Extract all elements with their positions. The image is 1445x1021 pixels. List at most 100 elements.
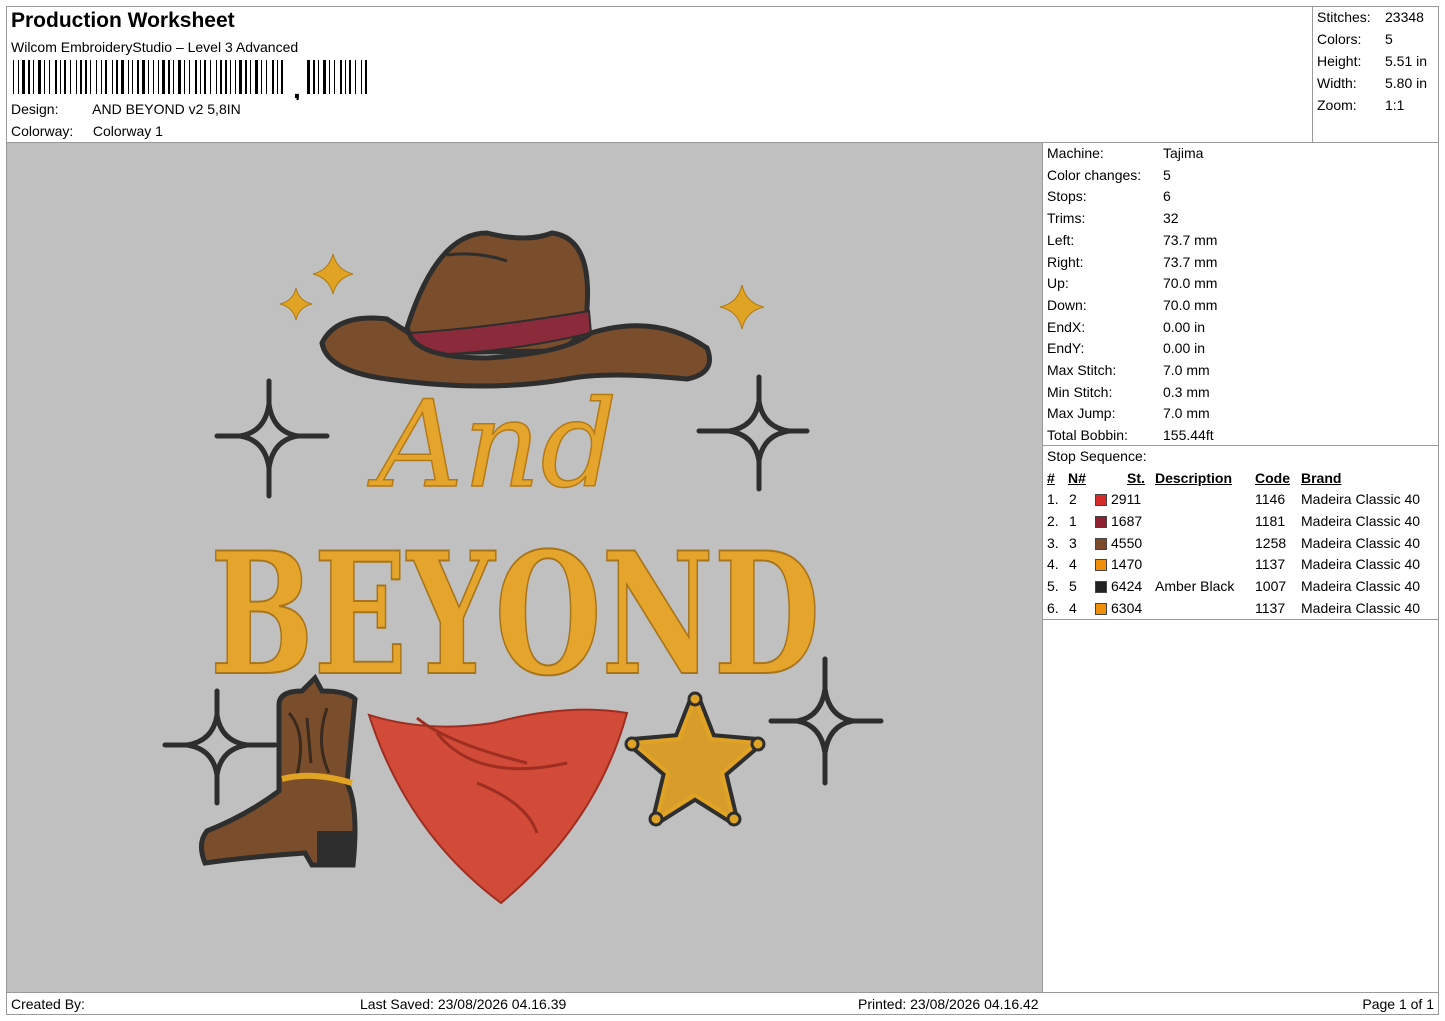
- thread-brand: Madeira Classic 40: [1301, 600, 1421, 616]
- machine-row: EndX: 0.00 in: [1047, 319, 1205, 335]
- machine-value: 7.0 mm: [1163, 362, 1210, 378]
- worksheet-footer: Created By: Last Saved: 23/08/2026 04.16…: [6, 992, 1439, 1015]
- machine-row: Up: 70.0 mm: [1047, 275, 1217, 291]
- col-header-brand: Brand: [1301, 470, 1342, 486]
- machine-row: Stops: 6: [1047, 188, 1171, 204]
- worksheet-header: Production Worksheet Wilcom EmbroiderySt…: [6, 6, 1439, 143]
- machine-row: Color changes: 5: [1047, 167, 1171, 183]
- machine-row: Max Stitch: 7.0 mm: [1047, 362, 1210, 378]
- last-saved: Last Saved: 23/08/2026 04.16.39: [360, 996, 567, 1012]
- cowboy-hat-icon: [319, 230, 712, 389]
- design-label: Design:: [11, 101, 59, 117]
- machine-label: Right:: [1047, 253, 1084, 270]
- machine-label: Max Stitch:: [1047, 362, 1117, 378]
- barcode-image: ,: [13, 60, 367, 100]
- machine-value: 70.0 mm: [1163, 296, 1218, 313]
- colorway-value: Colorway 1: [92, 123, 163, 139]
- divider: [1043, 619, 1438, 620]
- machine-label: Left:: [1047, 231, 1075, 248]
- machine-row: Machine: Tajima: [1047, 145, 1203, 161]
- gold-sparkle-icon: [719, 284, 765, 330]
- col-header-stitches: St.: [1127, 470, 1145, 486]
- machine-label: EndY:: [1047, 340, 1085, 357]
- machine-value: 73.7 mm: [1163, 231, 1218, 248]
- machine-value: 0.3 mm: [1163, 383, 1210, 400]
- stat-label: Width:: [1317, 75, 1357, 91]
- col-header-description: Description: [1155, 470, 1233, 486]
- colorway-row: Colorway: Colorway 1: [11, 123, 163, 139]
- needle-number: 4: [1069, 556, 1077, 573]
- machine-row: EndY: 0.00 in: [1047, 340, 1205, 356]
- stat-value: 1:1: [1385, 97, 1405, 113]
- needle-number: 2: [1069, 491, 1077, 507]
- stop-row: 1. 2 2911 1146 Madeira Classic 40: [1043, 491, 1438, 513]
- stats-box: Stitches: 23348 Colors: 5 Height: 5.51 in W…: [1312, 7, 1438, 142]
- needle-number: 3: [1069, 534, 1077, 551]
- design-row: Design: AND BEYOND v2 5,8IN: [11, 101, 241, 117]
- thread-code: 1007: [1255, 578, 1287, 595]
- stat-value: 5.51 in: [1385, 53, 1428, 69]
- gold-sparkle-icon: [279, 287, 313, 321]
- stop-index: 4.: [1047, 556, 1059, 573]
- dark-sparkle-icon: [214, 378, 330, 499]
- machine-row: Trims: 32: [1047, 210, 1179, 226]
- stitch-count: 4550: [1111, 534, 1143, 551]
- stat-label: Colors:: [1317, 31, 1362, 47]
- col-header-code: Code: [1255, 470, 1290, 486]
- machine-row: Right: 73.7 mm: [1047, 254, 1217, 270]
- stop-sequence-label: Stop Sequence:: [1047, 448, 1147, 464]
- thread-brand: Madeira Classic 40: [1301, 491, 1421, 507]
- machine-value: 155.44ft: [1163, 427, 1214, 444]
- thread-code: 1181: [1255, 512, 1286, 529]
- stat-label: Height:: [1317, 53, 1362, 69]
- stop-row: 2. 1 1687 1181 Madeira Classic 40: [1043, 513, 1438, 535]
- dark-sparkle-icon: [696, 374, 810, 492]
- machine-label: Color changes:: [1047, 166, 1142, 183]
- col-header-needle: N#: [1068, 470, 1086, 486]
- stop-index: 3.: [1047, 534, 1059, 551]
- machine-value: 70.0 mm: [1163, 275, 1218, 292]
- embroidery-design: And BEYOND: [162, 230, 884, 905]
- machine-value: 73.7 mm: [1163, 253, 1218, 270]
- machine-row: Down: 70.0 mm: [1047, 297, 1217, 313]
- thread-code: 1137: [1255, 600, 1286, 616]
- thread-brand: Madeira Classic 40: [1301, 578, 1421, 595]
- machine-label: Max Jump:: [1047, 405, 1116, 422]
- printed-date: Printed: 23/08/2026 04.16.42: [858, 996, 1039, 1012]
- thread-color-swatch: [1095, 537, 1107, 550]
- thread-color-swatch: [1095, 603, 1107, 615]
- gold-sparkle-icon: [312, 253, 354, 295]
- stop-index: 1.: [1047, 491, 1059, 507]
- stat-value: 23348: [1385, 9, 1424, 25]
- machine-label: Down:: [1047, 296, 1087, 313]
- machine-value: 32: [1163, 210, 1179, 227]
- machine-value: 0.00 in: [1163, 340, 1206, 357]
- stop-index: 5.: [1047, 578, 1059, 595]
- machine-label: Stops:: [1047, 188, 1087, 205]
- thread-code: 1137: [1255, 556, 1286, 573]
- stitch-count: 6304: [1111, 600, 1143, 616]
- stat-value: 5.80 in: [1385, 75, 1428, 91]
- thread-code: 1258: [1255, 534, 1287, 551]
- stat-stitches: Stitches: 23348: [1317, 9, 1424, 25]
- worksheet-title: Production Worksheet: [11, 9, 235, 32]
- machine-value: 0.00 in: [1163, 318, 1206, 335]
- thread-brand: Madeira Classic 40: [1301, 556, 1421, 573]
- divider: [1043, 445, 1438, 446]
- machine-label: Total Bobbin:: [1047, 427, 1128, 444]
- thread-brand: Madeira Classic 40: [1301, 512, 1421, 529]
- stop-row: 4. 4 1470 1137 Madeira Classic 40: [1043, 556, 1438, 578]
- software-subtitle: Wilcom EmbroideryStudio – Level 3 Advanc…: [11, 39, 299, 55]
- machine-label: Machine:: [1047, 145, 1104, 161]
- stop-index: 6.: [1047, 600, 1059, 616]
- machine-value: 7.0 mm: [1163, 405, 1210, 422]
- stat-height: Height: 5.51 in: [1317, 53, 1427, 69]
- machine-value: 6: [1163, 188, 1171, 205]
- machine-row: Max Jump: 7.0 mm: [1047, 405, 1210, 421]
- stat-label: Stitches:: [1317, 9, 1371, 25]
- design-value: AND BEYOND v2 5,8IN: [92, 101, 241, 117]
- thread-color-swatch: [1095, 494, 1107, 506]
- and-script-text: And: [367, 376, 618, 515]
- stitch-count: 1687: [1111, 512, 1143, 529]
- page-number: Page 1 of 1: [1362, 996, 1434, 1012]
